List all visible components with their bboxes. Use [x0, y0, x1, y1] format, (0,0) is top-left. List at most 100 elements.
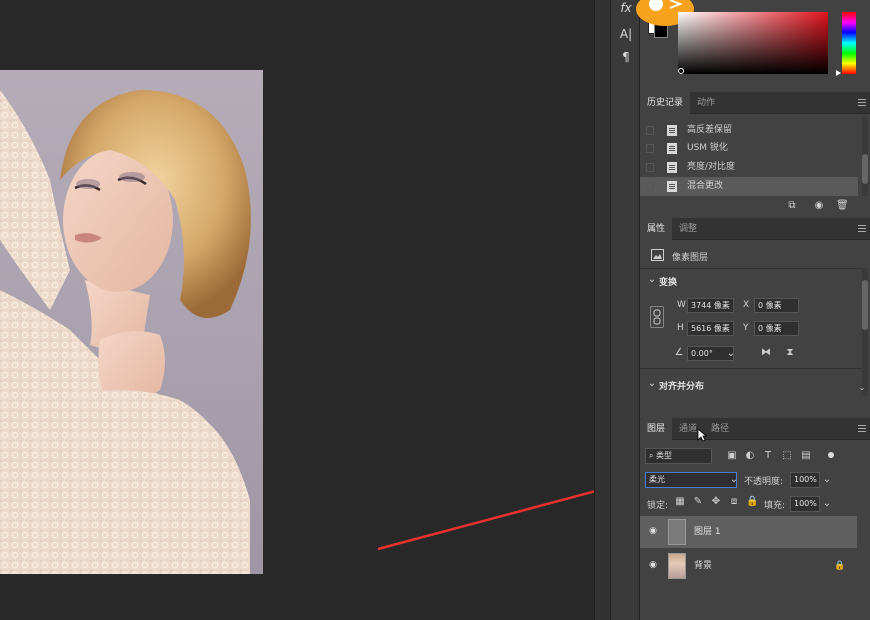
filter-toggle-icon[interactable]	[828, 452, 834, 458]
history-item[interactable]: 高反差保留	[640, 121, 858, 140]
visibility-eye-icon[interactable]: ◉	[648, 526, 658, 536]
search-icon: ⌕	[649, 451, 657, 460]
layer-row[interactable]: ◉ 背景 🔒	[640, 550, 857, 582]
chain-link-icon	[653, 309, 661, 325]
align-distribute-section-title: 对齐并分布	[659, 382, 705, 392]
scroll-down-arrow-icon[interactable]: ⌄	[856, 382, 868, 394]
filter-type-icon[interactable]: T	[762, 450, 774, 462]
snapshot-checkbox[interactable]	[646, 182, 654, 191]
lock-label: 锁定:	[647, 501, 669, 511]
layer-name[interactable]: 背景	[694, 550, 712, 582]
hue-slider[interactable]	[842, 12, 856, 74]
angle-dropdown-chevron-icon[interactable]: ⌄	[725, 348, 737, 360]
x-field[interactable]: 0 像素	[754, 298, 799, 313]
panel-toolstrip: fx A| ¶	[610, 0, 640, 620]
history-scroll-thumb[interactable]	[862, 154, 868, 184]
layer-name[interactable]: 图层 1	[694, 516, 721, 548]
angle-icon: ∠	[674, 347, 684, 358]
tab-history[interactable]: 历史记录	[640, 92, 691, 114]
panel-menu-icon[interactable]	[858, 99, 866, 106]
lock-artboard-icon[interactable]: ⧈	[728, 496, 740, 508]
fill-field[interactable]: 100%	[790, 496, 820, 512]
opacity-label: 不透明度:	[744, 477, 784, 487]
mouse-cursor-icon	[697, 428, 707, 442]
color-field[interactable]	[678, 12, 828, 74]
image-mountain-icon	[653, 254, 662, 259]
panel-menu-icon[interactable]	[858, 225, 866, 232]
chevron-down-icon[interactable]: ⌄	[646, 274, 658, 286]
history-item[interactable]: 亮度/对比度	[640, 158, 858, 177]
character-panel-icon[interactable]: A|	[617, 26, 635, 42]
new-document-from-state-icon[interactable]: ⧉	[786, 200, 798, 212]
layer-row-selected[interactable]: ◉ 图层 1	[640, 516, 857, 548]
hue-slider-marker[interactable]	[836, 70, 841, 76]
height-field[interactable]: 5616 像素	[687, 321, 734, 336]
lock-all-icon[interactable]: 🔒	[746, 496, 758, 508]
panel-separator[interactable]	[594, 0, 610, 620]
color-picker-handle[interactable]	[678, 68, 684, 74]
history-state-icon	[667, 125, 677, 136]
width-field[interactable]: 3744 像素	[687, 298, 734, 313]
opacity-dropdown-chevron-icon[interactable]: ⌄	[821, 474, 833, 486]
annotation-arrow	[377, 490, 594, 551]
layer-thumbnail	[668, 553, 686, 579]
filter-kind-select[interactable]: ⌕ 类型	[645, 448, 712, 464]
link-dimensions-icon[interactable]	[650, 306, 664, 328]
width-label: W	[677, 300, 686, 310]
fill-label: 填充:	[764, 501, 786, 511]
paragraph-panel-icon[interactable]: ¶	[617, 49, 635, 65]
history-item[interactable]: USM 锐化	[640, 139, 858, 158]
fill-dropdown-chevron-icon[interactable]: ⌄	[821, 498, 833, 510]
flip-vertical-icon[interactable]: ⧗	[784, 347, 796, 359]
filter-smart-object-icon[interactable]: ▤	[800, 450, 812, 462]
tab-actions[interactable]: 动作	[690, 92, 722, 114]
tab-layers[interactable]: 图层	[640, 418, 673, 440]
history-state-icon	[667, 162, 677, 173]
filter-shape-icon[interactable]: ⬚	[781, 450, 793, 462]
snapshot-checkbox[interactable]	[646, 144, 654, 153]
chevron-down-icon[interactable]: ⌄	[646, 378, 658, 390]
tab-properties[interactable]: 属性	[640, 218, 673, 240]
history-item-label: USM 锐化	[687, 143, 728, 153]
blend-mode-select[interactable]: 柔光	[645, 472, 737, 488]
right-panel-dock: 历史记录 动作 高反差保留 USM 锐化 亮度/对比度 混合更改 ⧉ ◉ 🗑 属…	[636, 0, 870, 620]
pixel-layer-icon	[651, 249, 664, 261]
snapshot-checkbox[interactable]	[646, 163, 654, 172]
properties-scroll-thumb[interactable]	[862, 280, 868, 330]
lock-transparent-pixels-icon[interactable]: ▦	[674, 496, 686, 508]
height-label: H	[677, 323, 684, 333]
history-panel: 历史记录 动作 高反差保留 USM 锐化 亮度/对比度 混合更改 ⧉ ◉ 🗑	[640, 92, 870, 218]
filter-kind-value: 类型	[656, 451, 673, 460]
properties-scrollbar[interactable]	[862, 268, 868, 396]
history-item-selected[interactable]: 混合更改	[640, 177, 858, 196]
camera-snapshot-icon[interactable]: ◉	[813, 200, 825, 212]
opacity-field[interactable]: 100%	[790, 472, 820, 488]
layers-tabbar: 图层 通道 路径	[640, 418, 870, 440]
flip-horizontal-icon[interactable]: ⧓	[760, 347, 772, 359]
divider	[640, 368, 862, 369]
history-state-icon	[667, 181, 677, 192]
fx-icon[interactable]: fx	[617, 0, 635, 16]
visibility-eye-icon[interactable]: ◉	[648, 560, 658, 570]
layers-panel: 图层 通道 路径 ⌕ 类型 ▣ ◐ T ⬚ ▤ 柔光 ⌄ 不透明度: 100% …	[640, 418, 870, 620]
history-state-icon	[667, 143, 677, 154]
snapshot-checkbox[interactable]	[646, 126, 654, 135]
background-swatch[interactable]	[654, 24, 668, 38]
history-item-label: 高反差保留	[687, 125, 733, 135]
lock-position-move-icon[interactable]: ✥	[710, 496, 722, 508]
tab-paths[interactable]: 路径	[704, 418, 736, 440]
y-field[interactable]: 0 像素	[754, 321, 799, 336]
filter-adjustment-icon[interactable]: ◐	[744, 450, 756, 462]
history-item-label: 亮度/对比度	[687, 162, 736, 172]
chevron-down-icon[interactable]: ⌄	[728, 474, 740, 486]
tab-adjustments[interactable]: 调整	[672, 218, 704, 240]
filter-pixel-icon[interactable]: ▣	[726, 450, 738, 462]
lock-image-pixels-brush-icon[interactable]: ✎	[692, 496, 704, 508]
canvas-area[interactable]	[0, 0, 594, 620]
trash-icon[interactable]: 🗑	[836, 200, 849, 212]
panel-menu-icon[interactable]	[858, 425, 866, 432]
x-label: X	[743, 300, 750, 310]
photoshop-window: fx A| ¶ 历史记录 动作 高反差保留 USM 锐化 亮度/对比度 混合更改…	[0, 0, 870, 620]
history-scrollbar[interactable]	[862, 116, 868, 196]
history-tabbar: 历史记录 动作	[640, 92, 870, 114]
